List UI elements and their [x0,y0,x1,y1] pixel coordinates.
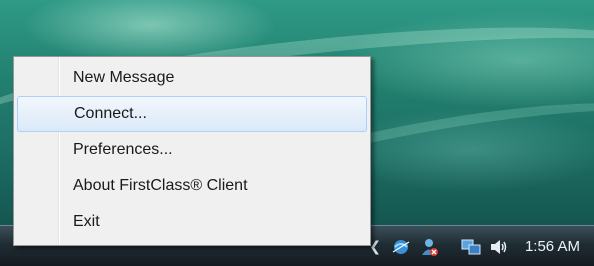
desktop: ❮ 1:56 AM New Message Connect... Prefere… [0,0,594,266]
menu-item-connect[interactable]: Connect... [17,96,367,132]
network-connection-icon[interactable] [461,237,481,257]
menu-item-exit[interactable]: Exit [17,204,367,240]
clock[interactable]: 1:56 AM [525,238,580,255]
messenger-icon[interactable] [419,237,439,257]
menu-item-preferences[interactable]: Preferences... [17,132,367,168]
menu-item-about[interactable]: About FirstClass® Client [17,168,367,204]
network-icon[interactable] [391,237,411,257]
menu-item-new-message[interactable]: New Message [17,60,367,96]
volume-icon[interactable] [489,237,509,257]
context-menu: New Message Connect... Preferences... Ab… [13,56,371,246]
